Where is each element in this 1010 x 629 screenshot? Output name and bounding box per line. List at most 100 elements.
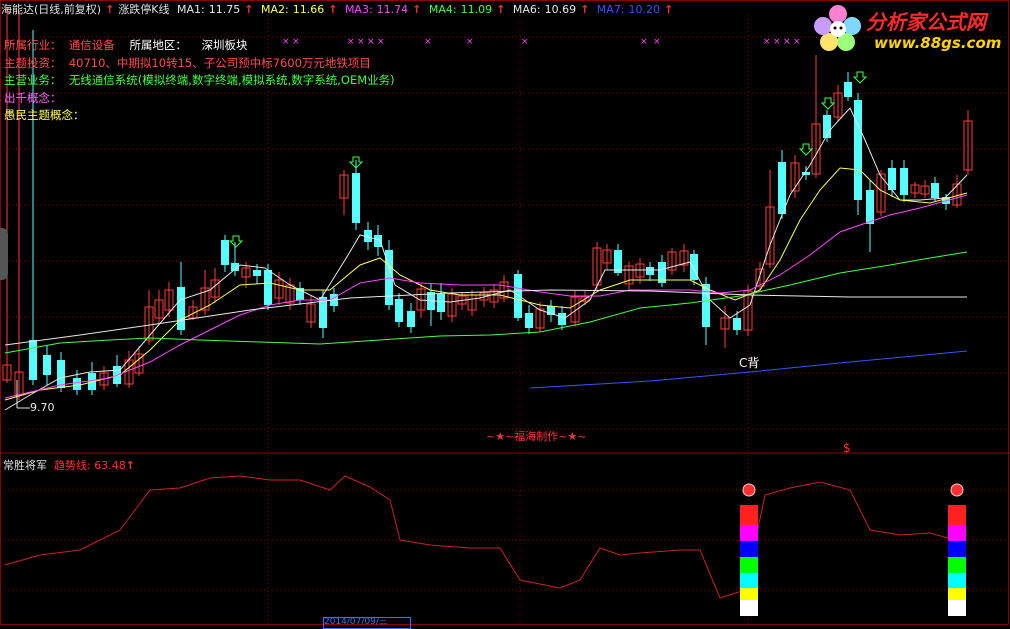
signal-stack-a-segment [740,541,758,557]
candle-body-down [525,313,533,328]
candle-body-down [931,183,939,198]
ma6-value: 10.69 [544,3,577,16]
signal-stack-b-segment [948,525,966,541]
candle-body-down [29,340,37,380]
lower-panel-name: 常胜将军 [3,459,47,472]
stock-name: 海能达(日线,前复权) [1,3,102,16]
candle-body-down [778,162,786,214]
candle-body-down [690,254,698,280]
ma6-label: MA6: [512,3,541,16]
candle-body-down [177,287,185,330]
arrow-up-icon: ↑ [105,3,115,16]
candle-body-down [900,168,908,195]
date-cursor-box: 2014/07/09/三 [323,617,411,629]
ma2-value: 11.66 [292,3,325,16]
trend-line [4,475,968,599]
ma1-label: MA1: [177,3,205,16]
logo-title: 分析家公式网 [866,10,986,34]
ma4-value: 11.09 [460,3,493,16]
ma1-value: 11.75 [208,3,241,16]
candle-body-down [866,190,874,224]
candle-body-down [264,270,272,305]
stock-info-panel: 所属行业： 通信设备 所属地区： 深圳板块 主题投资： 40710、中期拟10转… [4,37,395,125]
panel-collapse-handle[interactable] [0,228,8,280]
candle-body-down [854,100,862,200]
indicator-name: 涨跌停K线 [118,3,170,16]
industry-value: 通信设备 [68,38,115,52]
ma6-arrow-icon: ↑ [580,3,590,16]
signal-down-arrow-icon [852,71,868,84]
trend-arrow-icon: ↑ [125,459,135,472]
investment-label: 主题投资： [4,55,62,70]
ma7-label: MA7: [596,3,625,16]
ma3-label: MA3: [344,3,373,16]
concept1-label: 出千概念： [4,90,62,105]
signal-stack-b-segment [948,600,966,616]
signal-stack-b-ball-icon [950,483,964,497]
ma7-arrow-icon: ↑ [664,3,674,16]
site-logo: 分析家公式网 www.88gs.com [808,0,1008,56]
ma4-arrow-icon: ↑ [496,3,506,16]
signal-stack-a-segment [740,525,758,541]
ma1-arrow-icon: ↑ [244,3,254,16]
low-price-label: 9.70 [30,401,55,414]
candle-body-down [646,267,654,275]
candle-body-down [407,311,415,327]
signal-stack-b-segment [948,588,966,600]
dollar-marker: $ [843,441,851,455]
signal-stack-b-segment [948,557,966,573]
signal-stack-b-segment [948,573,966,588]
ma2-arrow-icon: ↑ [328,3,338,16]
signal-x-marker: × [783,37,791,47]
watermark-label: ~★~福海制作~★~ [486,430,587,443]
signal-stack-b-segment [948,541,966,557]
signal-down-arrow-icon [798,143,814,156]
signal-x-marker: × [773,37,781,47]
trend-line-label: 趋势线: [54,459,91,472]
lower-panel-header: 常胜将军 趋势线: 63.48↑ [3,457,135,473]
candle-body-down [43,355,51,375]
signal-stack-a-segment [740,573,758,588]
ma4-label: MA4: [428,3,457,16]
candle-body-down [844,82,852,97]
concept2-label: 愚民主题概念： [4,108,85,122]
candle-body-down [395,299,403,322]
logo-url: www.88gs.com [874,34,1002,52]
signal-stack-a-segment [740,557,758,573]
region-value: 深圳板块 [201,38,248,52]
ma7-value: 10.20 [628,3,661,16]
signal-x-marker: × [640,37,648,47]
chart-header: 海能达(日线,前复权) ↑ 涨跌停K线 MA1: 11.75 ↑ MA2: 11.66 ↑ … [1,1,677,17]
c-back-label: C背 [739,356,760,370]
candle-body-down [253,270,261,276]
signal-x-marker: × [653,37,661,47]
candle-body-down [221,240,229,265]
investment-value: 40710、中期拟10转15、子公司预中标7600万元地铁项目 [68,55,371,70]
ma2-label: MA2: [260,3,289,16]
signal-x-marker: × [424,37,432,47]
signal-x-marker: × [521,37,529,47]
candle-body-down [558,313,566,325]
signal-x-marker: × [466,37,474,47]
candle-body-down [73,378,81,390]
candle-body-down [352,173,360,223]
industry-label: 所属行业： [4,38,62,52]
signal-down-arrow-icon [228,235,244,248]
candle-body-down [437,294,445,312]
business-value: 无线通信系统(模拟终端,数字终端,模拟系统,数字系统,OEM业务) [68,73,395,87]
signal-stack-a-segment [740,588,758,600]
signal-x-marker: × [763,37,771,47]
region-label: 所属地区： [129,38,187,52]
business-label: 主营业务： [4,73,62,87]
trend-line-value: 63.48 [94,459,126,472]
signal-stack-b-segment [948,505,966,525]
signal-x-marker: × [793,37,801,47]
ma3-value: 11.74 [376,3,409,16]
candle-body-down [702,284,710,327]
signal-stack-a-ball-icon [742,483,756,497]
signal-stack-a-segment [740,505,758,525]
signal-down-arrow-icon [820,97,836,110]
candle-body-down [733,318,741,330]
flower-logo-icon [814,5,861,51]
signal-stack-a-segment [740,600,758,616]
